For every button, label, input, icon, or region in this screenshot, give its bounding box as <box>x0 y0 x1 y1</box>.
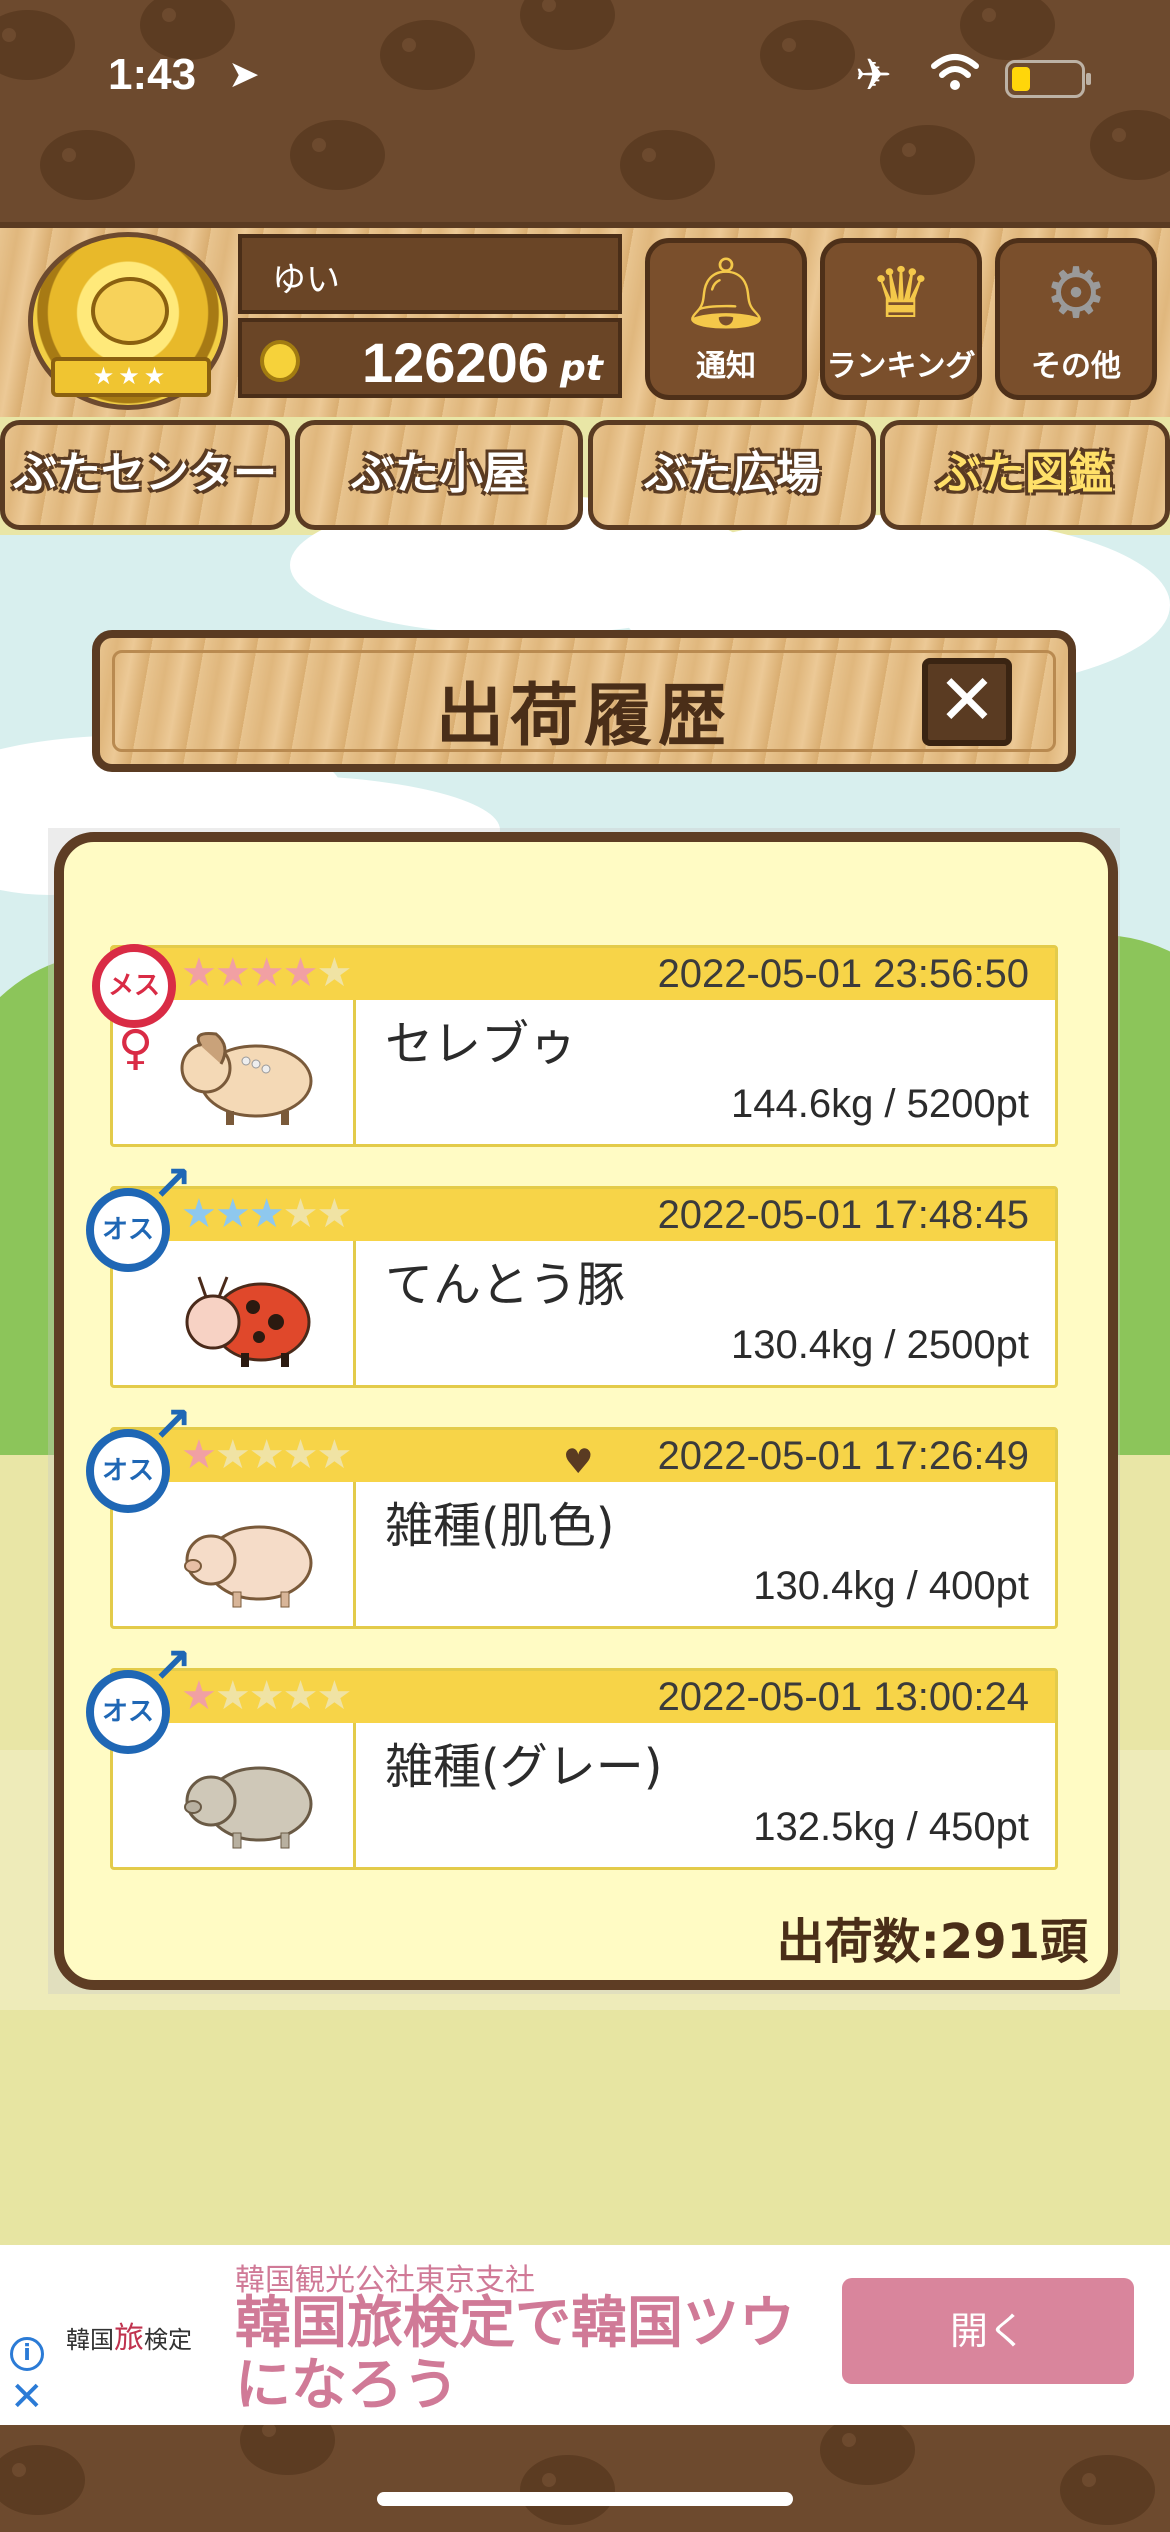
heart-icon: ♥ <box>563 1442 594 1482</box>
male-badge-icon: オス ↗ <box>86 1642 192 1754</box>
points-value: 126206 <box>362 331 549 394</box>
wifi-icon <box>931 54 979 90</box>
shipment-record[interactable]: ★★★★★ 2022-05-01 17:48:45 てんとう豚 130.4kg … <box>110 1186 1058 1388</box>
shipment-record[interactable]: ★★★★★ 2022-05-01 23:56:50 セレブゥ 144.6kg /… <box>110 945 1058 1147</box>
shipment-total: 出荷数:291頭 <box>776 1914 1088 1970</box>
other-button[interactable]: ⚙ その他 <box>995 238 1157 400</box>
male-badge-icon: オス ↗ <box>86 1160 192 1272</box>
notification-button[interactable]: 🔔︎ 通知 <box>645 238 807 400</box>
record-date: 2022-05-01 17:26:49 <box>657 1434 1029 1478</box>
ground-background <box>0 2010 1170 2250</box>
points-display: 126206 pt <box>238 318 622 398</box>
close-icon[interactable]: ✕ <box>10 2377 44 2417</box>
points-unit: pt <box>560 348 603 389</box>
rank-ribbon: ★★★ <box>51 357 211 397</box>
player-medal-icon[interactable]: ★★★ <box>28 232 228 410</box>
skin-pig-image <box>184 1525 313 1608</box>
weight-points: 130.4kg / 400pt <box>753 1564 1029 1608</box>
record-date: 2022-05-01 23:56:50 <box>657 952 1029 996</box>
other-label: その他 <box>1031 349 1121 384</box>
ad-logo: 韓国旅検定 <box>66 2321 192 2356</box>
info-icon[interactable]: i <box>10 2337 44 2371</box>
ad-open-button[interactable]: 開く <box>842 2278 1134 2384</box>
gear-icon: ⚙ <box>1044 252 1108 334</box>
coin-icon <box>260 340 300 382</box>
status-bar: 1:43 ➤ ✈ <box>0 40 1170 120</box>
notification-label: 通知 <box>696 349 756 384</box>
location-arrow-icon: ➤ <box>228 52 260 96</box>
airplane-icon: ✈ <box>855 50 892 101</box>
dirt-background-bottom <box>0 2425 1170 2532</box>
celeb-pig-image <box>180 1032 313 1125</box>
username-display: ゆい <box>238 234 622 314</box>
gray-pig-image <box>184 1766 313 1849</box>
rarity-stars: ★★★★★ <box>181 1432 352 1478</box>
tab-buta-plaza[interactable]: ぶた広場 <box>588 420 876 530</box>
ranking-button[interactable]: ♛ ランキング <box>820 238 982 400</box>
shipment-record[interactable]: ★★★★★ 2022-05-01 13:00:24 雑種(グレー) 132.5k… <box>110 1668 1058 1870</box>
pig-name: てんとう豚 <box>385 1257 626 1313</box>
close-button[interactable]: ✕ <box>922 658 1012 746</box>
ad-headline[interactable]: 韓国旅検定で韓国ツウになろう <box>235 2293 815 2417</box>
pig-face-icon <box>91 277 169 345</box>
pig-name: セレブゥ <box>385 1016 578 1072</box>
main-tabs: ぶたセンター ぶた小屋 ぶた広場 ぶた図鑑 <box>0 420 1170 535</box>
battery-icon <box>1005 60 1091 98</box>
rarity-stars: ★★★★★ <box>181 1673 352 1719</box>
crown-icon: ♛ <box>869 252 933 334</box>
status-time: 1:43 <box>108 50 197 99</box>
rarity-stars: ★★★★★ <box>181 1191 352 1237</box>
record-date: 2022-05-01 13:00:24 <box>657 1675 1029 1719</box>
weight-points: 132.5kg / 450pt <box>753 1805 1029 1849</box>
ranking-label: ランキング <box>826 349 976 384</box>
tab-buta-encyclopedia[interactable]: ぶた図鑑 <box>880 420 1170 530</box>
male-badge-icon: オス ↗ <box>86 1401 192 1513</box>
record-date: 2022-05-01 17:48:45 <box>657 1193 1029 1237</box>
weight-points: 130.4kg / 2500pt <box>730 1323 1029 1367</box>
weight-points: 144.6kg / 5200pt <box>730 1082 1029 1126</box>
pig-name: 雑種(グレー) <box>385 1739 663 1795</box>
home-indicator[interactable] <box>377 2492 793 2506</box>
rarity-stars: ★★★★★ <box>181 950 352 996</box>
tab-buta-hut[interactable]: ぶた小屋 <box>295 420 583 530</box>
shipment-record[interactable]: ★★★★★ ♥ 2022-05-01 17:26:49 雑種(肌色) 130.4… <box>110 1427 1058 1629</box>
female-badge-icon: メス ♀ <box>92 944 176 1072</box>
pig-name: 雑種(肌色) <box>385 1498 615 1554</box>
ladybug-pig-image <box>185 1276 311 1367</box>
tab-buta-center[interactable]: ぶたセンター <box>0 420 290 530</box>
bell-icon: 🔔︎ <box>681 252 771 334</box>
ad-banner[interactable]: 韓国旅検定 韓国観光公社東京支社 韓国旅検定で韓国ツウになろう 開く i ✕ <box>0 2245 1170 2425</box>
